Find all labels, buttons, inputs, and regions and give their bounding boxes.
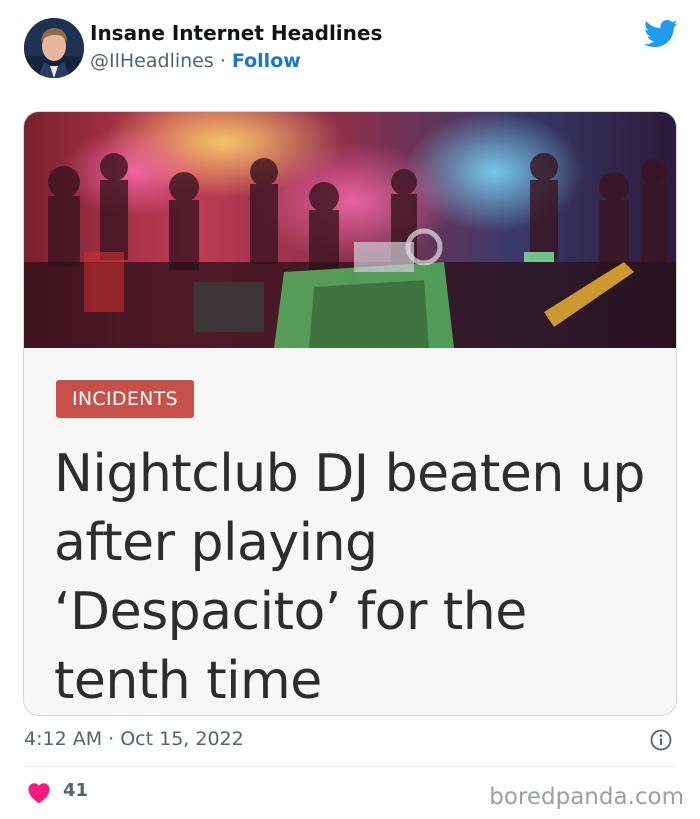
- author-handle[interactable]: @IlHeadlines: [90, 50, 214, 72]
- author-handle-line: @IlHeadlines · Follow: [90, 50, 301, 72]
- category-badge[interactable]: INCIDENTS: [56, 380, 194, 418]
- divider: [24, 766, 676, 767]
- author-name[interactable]: Insane Internet Headlines: [90, 21, 382, 45]
- avatar[interactable]: [24, 18, 84, 78]
- tweet-timestamp[interactable]: 4:12 AM · Oct 15, 2022: [24, 728, 244, 750]
- avatar-image: [24, 18, 84, 78]
- article-card[interactable]: INCIDENTS Nightclub DJ beaten up after p…: [23, 111, 677, 716]
- tweet-card: Insane Internet Headlines @IlHeadlines ·…: [0, 0, 700, 819]
- like-count[interactable]: 41: [63, 780, 88, 801]
- nightclub-photo: [24, 112, 676, 348]
- article-headline[interactable]: Nightclub DJ beaten up after playing ‘De…: [54, 440, 654, 715]
- heart-icon[interactable]: [27, 782, 51, 804]
- article-body: INCIDENTS Nightclub DJ beaten up after p…: [24, 348, 676, 715]
- follow-button[interactable]: Follow: [232, 50, 301, 72]
- info-icon[interactable]: [650, 729, 672, 751]
- twitter-bird-icon[interactable]: [644, 19, 678, 49]
- separator-dot: ·: [219, 50, 226, 72]
- watermark: boredpanda.com: [489, 784, 684, 810]
